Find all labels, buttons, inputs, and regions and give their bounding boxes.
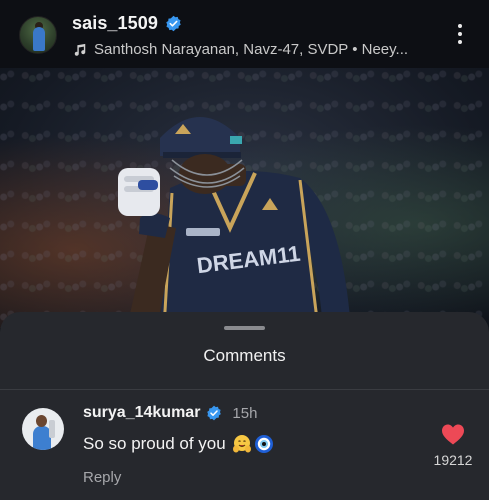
music-track-text: Santhosh Narayanan, Navz-47, SVDP • Neey… — [94, 41, 409, 58]
like-count: 19212 — [433, 452, 473, 468]
music-attribution[interactable]: Santhosh Narayanan, Navz-47, SVDP • Neey… — [73, 41, 433, 58]
cricketer-image: DREAM11 — [118, 117, 350, 328]
comment-timestamp: 15h — [232, 404, 258, 422]
comment-body: So so proud of you — [83, 434, 274, 454]
heart-icon[interactable] — [441, 423, 465, 445]
comment-header: surya_14kumar 15h — [83, 404, 257, 422]
commenter-username[interactable]: surya_14kumar — [83, 404, 200, 422]
comments-sheet: Comments surya_14kumar 15h So so proud o… — [0, 312, 489, 500]
verified-badge-icon — [166, 15, 181, 32]
profile-avatar[interactable] — [19, 16, 57, 54]
divider — [0, 389, 489, 390]
post-username[interactable]: sais_1509 — [72, 13, 158, 34]
comments-title: Comments — [203, 346, 286, 365]
username-row: sais_1509 — [72, 13, 182, 34]
post-header: sais_1509 Santhosh Narayanan, Navz-47, S… — [0, 0, 489, 68]
more-options-icon[interactable] — [452, 24, 468, 48]
verified-badge-icon — [207, 405, 222, 421]
drag-handle[interactable] — [224, 326, 265, 330]
reply-button[interactable]: Reply — [83, 469, 121, 486]
hugging-face-emoji — [232, 435, 251, 453]
commenter-avatar[interactable] — [22, 408, 64, 450]
post-photo[interactable]: DREAM11 — [0, 68, 489, 328]
nazar-amulet-emoji — [254, 435, 273, 453]
music-note-icon — [74, 43, 86, 56]
comment-text: So so proud of you — [83, 434, 226, 453]
